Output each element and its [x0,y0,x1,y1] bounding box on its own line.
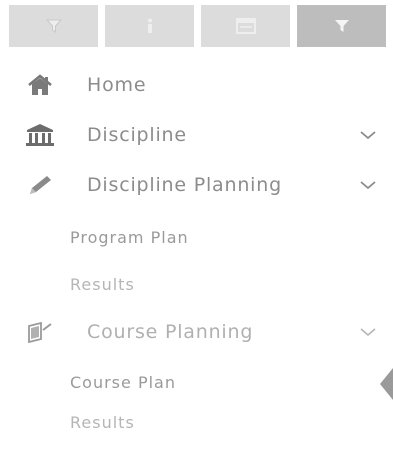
subnav-label-program-plan: Program Plan [70,227,189,247]
subnav-item-course-plan[interactable]: Course Plan [0,365,393,399]
home-icon [24,71,56,99]
nav-item-discipline[interactable]: Discipline [0,115,393,155]
subnav-item-course-results[interactable]: Results [0,405,393,439]
building-icon [24,121,56,149]
subnav-item-program-plan[interactable]: Program Plan [0,220,393,254]
sidebar-nav: Home Discipline Discipline Planning Prog… [0,0,393,451]
nav-item-course-planning[interactable]: Course Planning [0,312,393,352]
nav-item-home[interactable]: Home [0,65,393,105]
nav-label-course-planning: Course Planning [87,321,254,343]
nav-label-discipline: Discipline [87,124,187,146]
book-icon [24,318,56,346]
chevron-down-icon [360,181,376,190]
subnav-label-course-plan: Course Plan [70,372,176,392]
chevron-down-icon [360,328,376,337]
subnav-label-course-results: Results [70,412,135,432]
nav-label-home: Home [87,74,147,96]
subnav-label-discipline-results: Results [70,274,135,294]
nav-label-discipline-planning: Discipline Planning [87,174,282,196]
collapse-arrow-icon[interactable] [377,364,393,404]
subnav-item-discipline-results[interactable]: Results [0,267,393,301]
nav-item-discipline-planning[interactable]: Discipline Planning [0,165,393,205]
chevron-down-icon [360,131,376,140]
pencil-icon [24,171,56,199]
